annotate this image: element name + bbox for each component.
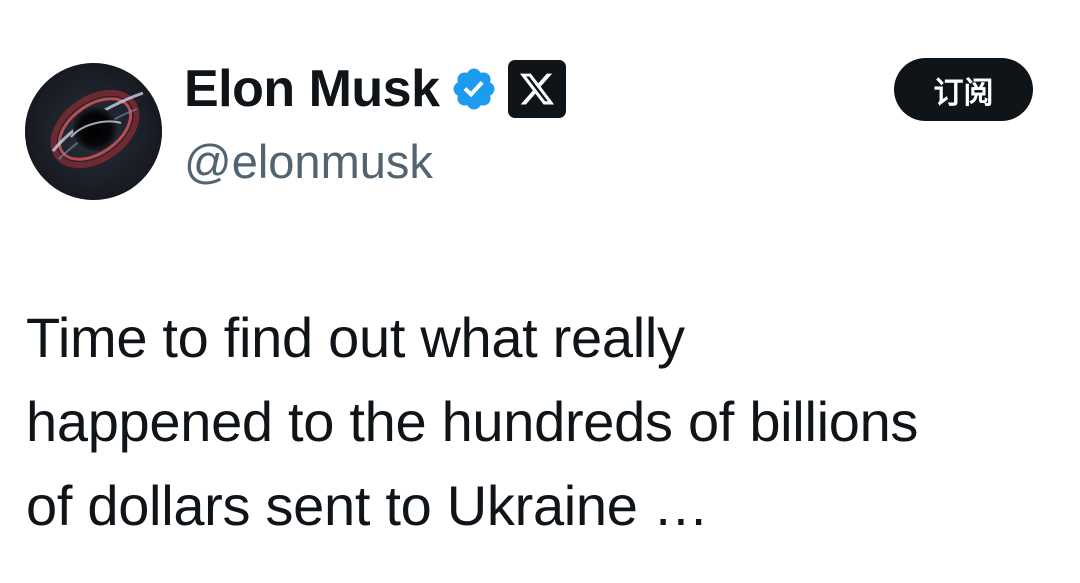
tweet-text-line: of dollars sent to Ukraine … (26, 474, 709, 537)
avatar[interactable] (25, 63, 162, 200)
x-logo-icon[interactable] (507, 60, 566, 118)
author-handle[interactable]: @elonmusk (184, 136, 433, 188)
author-display-name[interactable]: Elon Musk (184, 63, 440, 115)
tweet-card: Elon Musk @elonmusk 订阅 Time to find out … (0, 0, 1080, 583)
subscribe-button[interactable]: 订阅 (894, 58, 1033, 121)
tweet-text: Time to find out what really happened to… (26, 296, 1056, 548)
verified-badge-icon[interactable] (450, 65, 498, 113)
black-hole-avatar-icon (25, 63, 162, 200)
author-name-row: Elon Musk (184, 56, 566, 122)
tweet-text-line: Time to find out what really (26, 306, 685, 369)
tweet-text-line: happened to the hundreds of billions (26, 390, 919, 453)
